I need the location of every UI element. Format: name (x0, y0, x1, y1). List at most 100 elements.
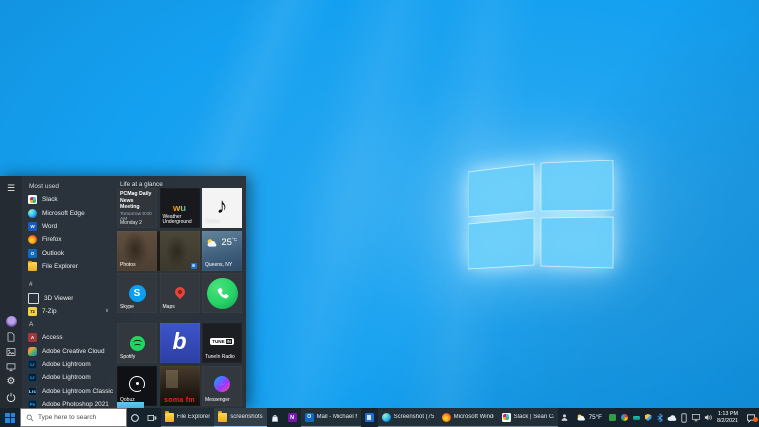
start-button[interactable] (0, 408, 20, 427)
lightroom-classic-icon: Lrc (28, 387, 37, 396)
taskbar-file-explorer-window[interactable]: File Explorer (161, 408, 215, 427)
taskbar-firefox-window[interactable]: Microsoft Window... (438, 408, 498, 427)
app-item-file-explorer[interactable]: File Explorer (22, 260, 115, 273)
people-button[interactable] (558, 408, 572, 427)
tile-tunein-radio[interactable]: TUNEIN TuneIn Radio (202, 323, 242, 363)
app-item-adobe-lightroom-2[interactable]: LrAdobe Lightroom (22, 371, 115, 384)
volume-icon[interactable] (704, 409, 713, 426)
tile-label: Skype (120, 305, 155, 311)
section-header-hash[interactable]: # (22, 278, 115, 291)
user-avatar (6, 316, 17, 327)
tile-calendar[interactable]: PCMag Daily News Meeting Tomorrow 9:00 A… (117, 188, 157, 228)
user-account-button[interactable] (3, 314, 19, 329)
taskbar-weather-button[interactable]: 75°F (572, 413, 606, 422)
clock-date: 8/2/2021 (717, 418, 738, 425)
tile-group-header[interactable]: Life at a glance (120, 181, 163, 188)
tile-bandcamp[interactable]: b (160, 323, 200, 363)
windows-logo (468, 160, 614, 272)
taskbar-edge-window[interactable]: Screenshot (75) pn... (378, 408, 438, 427)
app-label: 3D Viewer (44, 295, 73, 302)
system-tray: 75°F 1:13 PM 8/2/2021 (572, 408, 759, 427)
app-item-adobe-lightroom-classic[interactable]: LrcAdobe Lightroom Classic (22, 385, 115, 398)
app-item-slack[interactable]: Slack (22, 193, 115, 206)
section-header-most-used[interactable]: Most used (22, 180, 115, 193)
app-item-3d-viewer[interactable]: 3D Viewer (22, 291, 115, 304)
store-button[interactable] (267, 408, 284, 427)
settings-button[interactable]: ⚙ (3, 374, 19, 389)
app-label: File Explorer (42, 263, 78, 270)
taskbar-screenshots-window[interactable]: screenshots (214, 408, 266, 427)
start-menu-rail: ☰ ⚙ (0, 176, 22, 408)
search-icon (26, 414, 34, 422)
edge-icon (382, 413, 391, 422)
cortana-button[interactable] (127, 408, 144, 427)
tray-app-green-icon[interactable] (608, 409, 617, 426)
pictures-icon (6, 347, 16, 357)
tile-label: TuneIn Radio (205, 355, 240, 361)
app-item-7zip[interactable]: 7z7-Zip∨ (22, 305, 115, 318)
slack-icon (502, 413, 511, 422)
windows-app-button[interactable] (361, 408, 378, 427)
tile-qobuz[interactable]: Qobuz (117, 366, 157, 406)
app-label: Access (42, 334, 63, 341)
app-item-word[interactable]: WWord (22, 220, 115, 233)
tile-whatsapp[interactable] (202, 273, 242, 313)
app-item-adobe-lightroom[interactable]: LrAdobe Lightroom (22, 358, 115, 371)
onedrive-icon[interactable] (668, 409, 677, 426)
task-view-button[interactable] (144, 408, 161, 427)
tile-weather-underground[interactable]: wu Weather Underground (160, 188, 200, 228)
taskbar-slack-window[interactable]: Slack | Sean Carrol... (498, 408, 558, 427)
chevron-down-icon[interactable]: ∨ (105, 308, 109, 314)
outlook-icon: O (28, 249, 37, 258)
power-button[interactable] (3, 389, 19, 404)
app-item-access[interactable]: AAccess (22, 331, 115, 344)
tile-weather[interactable]: 25°C Queens, NY (202, 231, 242, 271)
app-item-adobe-creative-cloud[interactable]: Adobe Creative Cloud (22, 345, 115, 358)
app-item-outlook[interactable]: OOutlook (22, 247, 115, 260)
map-pin-icon (172, 284, 186, 298)
start-tiles-area: Life at a glance PCMag Daily News Meetin… (115, 176, 246, 408)
tile-somafm[interactable]: soma fm (160, 366, 200, 406)
outlook-icon: O (305, 413, 314, 422)
documents-button[interactable] (3, 329, 19, 344)
spotify-icon (130, 336, 145, 351)
section-header-a[interactable]: A (22, 318, 115, 331)
tile-maps[interactable]: Maps (160, 273, 200, 313)
gear-icon: ⚙ (7, 377, 16, 387)
creative-cloud-icon (28, 347, 37, 356)
tile-label: Messenger (205, 398, 240, 404)
onenote-button[interactable]: N (284, 408, 301, 427)
bluetooth-icon[interactable] (656, 409, 665, 426)
lightroom-icon: Lr (28, 373, 37, 382)
onenote-icon: N (288, 413, 297, 422)
tile-messenger[interactable]: Messenger (202, 366, 242, 406)
tray-shield-icon[interactable] (644, 409, 653, 426)
expand-menu-button[interactable]: ☰ (3, 181, 19, 196)
tile-location: Queens, NY (205, 263, 240, 269)
action-center-button[interactable] (742, 413, 759, 423)
calendar-event-title: PCMag Daily News Meeting (120, 191, 154, 211)
tray-app-teal-icon[interactable] (632, 409, 641, 426)
search-input[interactable]: Type here to search (20, 408, 127, 427)
app-item-adobe-photoshop-2021[interactable]: PsAdobe Photoshop 2021 (22, 398, 115, 408)
taskbar-clock[interactable]: 1:13 PM 8/2/2021 (714, 411, 742, 425)
folder-icon (218, 413, 227, 422)
your-phone-icon[interactable] (680, 409, 689, 426)
pictures-button[interactable] (3, 344, 19, 359)
videos-button[interactable] (3, 359, 19, 374)
tile-skype[interactable]: S Skype (117, 273, 157, 313)
display-icon[interactable] (692, 409, 701, 426)
store-bag-icon (270, 413, 280, 423)
tile-photos[interactable]: Photos (117, 231, 200, 271)
tile-spotify[interactable]: Spotify (117, 323, 157, 363)
tile-itunes[interactable]: ♪ iTunes (202, 188, 242, 228)
taskbar-mail-window[interactable]: O Mail - Michael Ma... (301, 408, 361, 427)
app-item-microsoft-edge[interactable]: Microsoft Edge (22, 206, 115, 219)
app-item-firefox[interactable]: Firefox (22, 233, 115, 246)
tray-app-multicolor-icon[interactable] (620, 409, 629, 426)
partly-cloudy-icon (206, 238, 219, 248)
cortana-icon (130, 413, 140, 423)
app-label: Adobe Lightroom (42, 361, 91, 368)
edge-icon (28, 209, 37, 218)
app-label: Microsoft Edge (42, 210, 85, 217)
